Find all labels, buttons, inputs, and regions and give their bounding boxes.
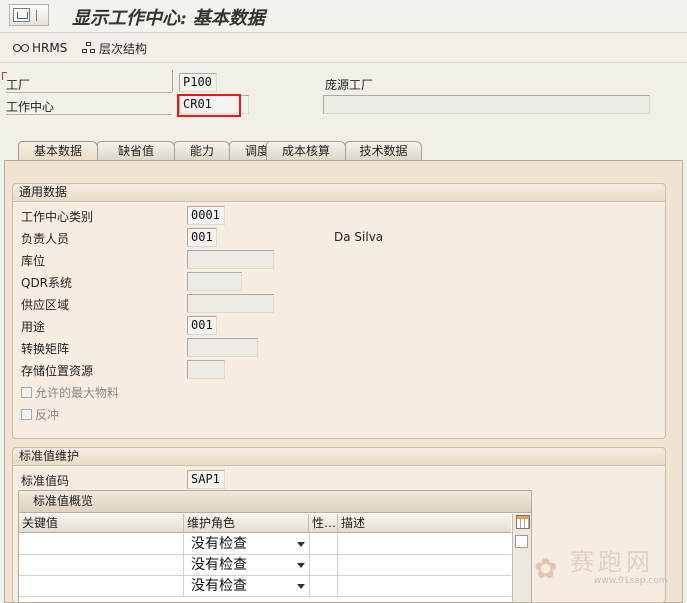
conversion-matrix-field[interactable]: [187, 338, 258, 357]
standard-value-key-label: 标准值码: [21, 474, 70, 488]
column-header-maintenance-role[interactable]: 维护角色: [184, 514, 309, 533]
table-settings-icon[interactable]: [516, 515, 530, 529]
max-material-checkbox[interactable]: 允许的最大物料: [21, 384, 119, 401]
tab-capacity[interactable]: 能力: [174, 141, 230, 161]
person-responsible-name: Da Silva: [334, 230, 384, 244]
storage-location-field[interactable]: [187, 250, 274, 269]
highlight-box: [177, 94, 241, 117]
hrms-button-label: HRMS: [32, 41, 68, 55]
dropdown-arrow-icon[interactable]: [297, 584, 305, 589]
standard-values-title: 标准值维护: [13, 448, 665, 466]
maintenance-role-dropdown[interactable]: 没有检查: [187, 576, 309, 597]
maintenance-role-dropdown[interactable]: 没有检查: [187, 555, 309, 576]
checkbox-box[interactable]: [21, 387, 32, 398]
column-header-parameter[interactable]: 关键值: [19, 514, 184, 533]
storage-resource-field[interactable]: [187, 360, 225, 379]
table-row: 没有检查: [19, 534, 511, 555]
backflush-label: 反冲: [35, 408, 60, 422]
page-title: 显示工作中心: 基本数据: [72, 8, 265, 29]
supply-area-label: 供应区域: [21, 298, 70, 312]
table-row: 没有检查: [19, 576, 511, 597]
plant-field[interactable]: P100: [179, 73, 217, 92]
wc-category-label: 工作中心类别: [21, 210, 94, 224]
checkbox-box[interactable]: [21, 409, 32, 420]
hierarchy-button[interactable]: 层次结构: [82, 39, 147, 57]
title-bar: 显示工作中心: 基本数据: [0, 0, 687, 32]
storage-location-label: 库位: [21, 254, 46, 268]
system-menu-icon[interactable]: [9, 4, 49, 26]
maintenance-role-dropdown[interactable]: 没有检查: [187, 534, 309, 555]
table-header: 关键值 维护角色 性… 描述: [19, 514, 511, 533]
glasses-icon: [13, 43, 29, 53]
application-toolbar: HRMS 层次结构: [0, 33, 687, 63]
person-responsible-label: 负责人员: [21, 232, 70, 246]
column-header-description[interactable]: 描述: [338, 514, 511, 533]
storage-resource-label: 存储位置资源: [21, 364, 94, 378]
backflush-checkbox[interactable]: 反冲: [21, 406, 59, 423]
table-vertical-scrollbar[interactable]: [512, 514, 531, 602]
scroll-box[interactable]: [515, 535, 528, 548]
max-material-label: 允许的最大物料: [35, 386, 120, 400]
hrms-button[interactable]: HRMS: [13, 39, 67, 57]
usage-field[interactable]: 001: [187, 316, 217, 335]
plant-description: 庞源工厂: [325, 78, 374, 92]
overview-title: 标准值概览: [19, 491, 531, 513]
tab-technical-data[interactable]: 技术数据: [345, 141, 422, 161]
hierarchy-icon: [82, 42, 96, 54]
conversion-matrix-label: 转换矩阵: [21, 342, 70, 356]
tab-defaults[interactable]: 缺省值: [97, 141, 175, 161]
supply-area-field[interactable]: [187, 294, 274, 313]
work-center-label: 工作中心: [6, 100, 55, 114]
standard-values-overview-table: 标准值概览 关键值 维护角色 性… 描述 没有检查 没有检查 没有检查: [18, 490, 532, 603]
qdr-system-label: QDR系统: [21, 276, 73, 290]
dropdown-value: 没有检查: [191, 557, 247, 573]
dropdown-value: 没有检查: [191, 536, 247, 552]
plant-label: 工厂: [6, 78, 31, 92]
tab-costing[interactable]: 成本核算: [266, 141, 346, 161]
qdr-system-field[interactable]: [187, 272, 242, 291]
work-center-description-field: [323, 95, 650, 114]
general-data-title: 通用数据: [13, 184, 665, 202]
usage-label: 用途: [21, 320, 46, 334]
hierarchy-button-label: 层次结构: [99, 41, 148, 56]
standard-value-key-field[interactable]: SAP1: [187, 470, 225, 489]
dropdown-value: 没有检查: [191, 578, 247, 594]
dropdown-arrow-icon[interactable]: [297, 542, 305, 547]
wc-category-field[interactable]: 0001: [187, 206, 225, 225]
tab-basic-data[interactable]: 基本数据: [18, 141, 98, 161]
person-responsible-field[interactable]: 001: [187, 228, 217, 247]
table-row: 没有检查: [19, 555, 511, 576]
column-header-property[interactable]: 性…: [309, 514, 338, 533]
dropdown-arrow-icon[interactable]: [297, 563, 305, 568]
